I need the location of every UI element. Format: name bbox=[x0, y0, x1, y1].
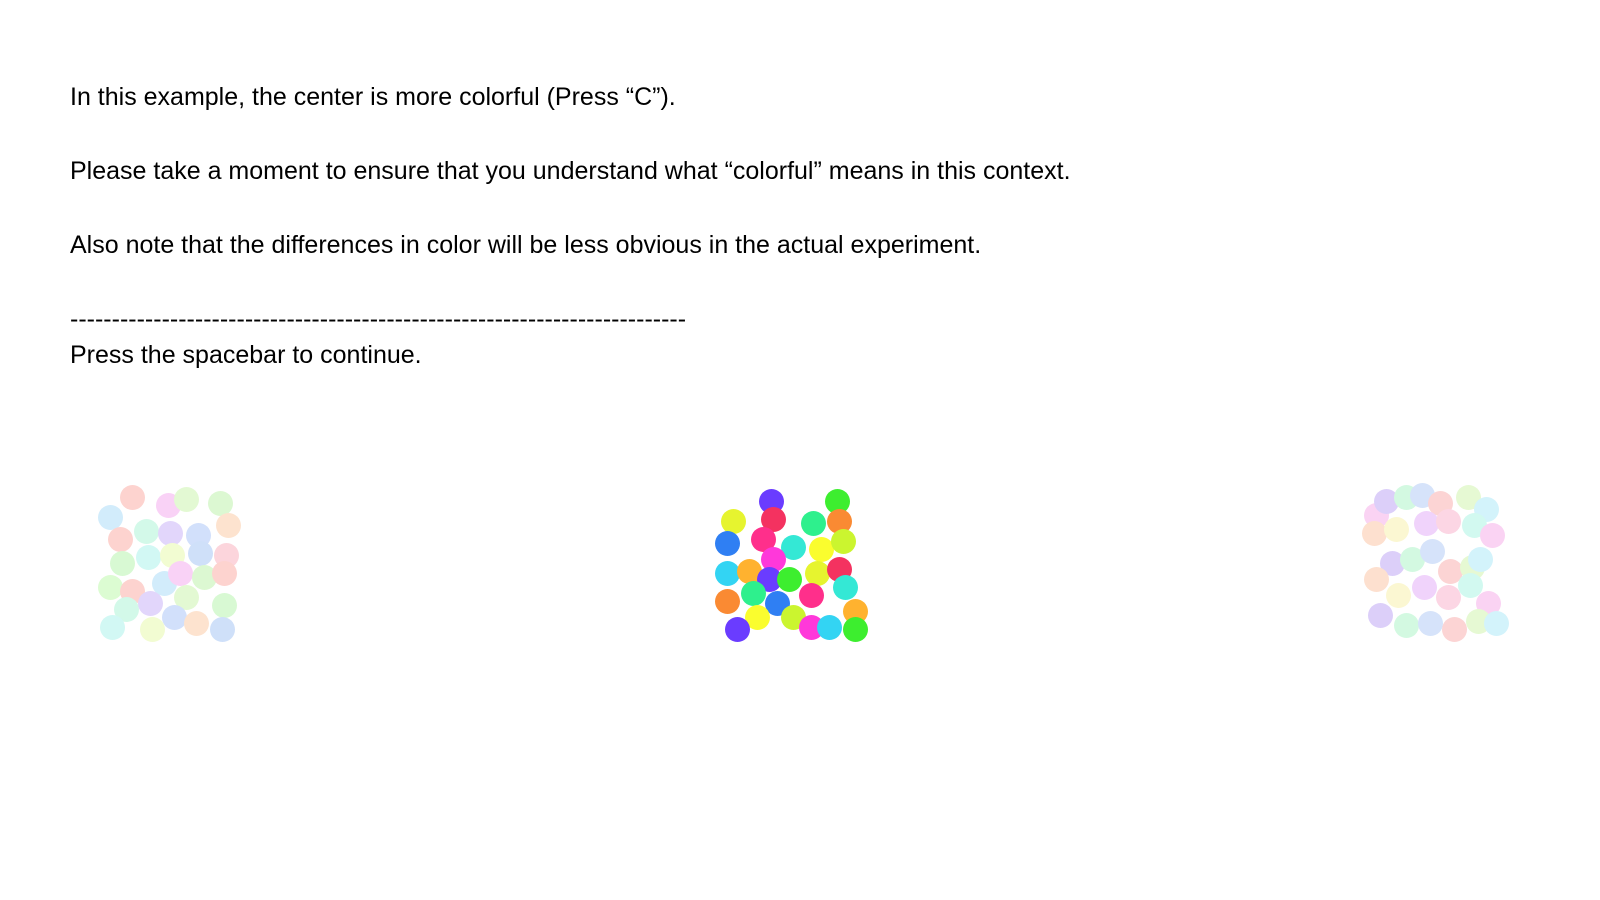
right-dot bbox=[1362, 521, 1387, 546]
center-dot bbox=[801, 511, 826, 536]
center-dot bbox=[725, 617, 750, 642]
left-dot bbox=[100, 615, 125, 640]
left-dot bbox=[212, 593, 237, 618]
left-dot bbox=[120, 485, 145, 510]
center-dot-cluster-graphic bbox=[715, 489, 868, 642]
instruction-text-block: In this example, the center is more colo… bbox=[70, 82, 1370, 370]
left-dot bbox=[210, 617, 235, 642]
divider-line: ----------------------------------------… bbox=[70, 305, 687, 333]
right-dot bbox=[1368, 603, 1393, 628]
left-dot bbox=[174, 487, 199, 512]
center-dot bbox=[831, 529, 856, 554]
left-dot bbox=[184, 611, 209, 636]
center-dot bbox=[843, 617, 868, 642]
right-dot bbox=[1412, 575, 1437, 600]
center-dot bbox=[817, 615, 842, 640]
left-dot bbox=[136, 545, 161, 570]
right-dot bbox=[1384, 517, 1409, 542]
right-dot-cluster-graphic bbox=[1362, 483, 1509, 642]
left-dot-cluster bbox=[80, 475, 250, 645]
left-dot bbox=[188, 541, 213, 566]
continue-prompt: Press the spacebar to continue. bbox=[70, 341, 422, 369]
right-dot bbox=[1442, 617, 1467, 642]
instruction-colorful-meaning-line: Please take a moment to ensure that you … bbox=[70, 157, 1071, 185]
left-dot bbox=[138, 591, 163, 616]
center-dot bbox=[799, 583, 824, 608]
right-dot-cluster bbox=[1358, 475, 1528, 645]
center-dot bbox=[833, 575, 858, 600]
instruction-note-line: Also note that the differences in color … bbox=[70, 231, 982, 259]
right-dot bbox=[1414, 511, 1439, 536]
left-dot bbox=[208, 491, 233, 516]
left-dot bbox=[162, 605, 187, 630]
right-dot bbox=[1364, 567, 1389, 592]
center-dot bbox=[809, 537, 834, 562]
left-dot bbox=[134, 519, 159, 544]
right-dot bbox=[1468, 547, 1493, 572]
center-dot bbox=[721, 509, 746, 534]
left-dot bbox=[140, 617, 165, 642]
right-dot bbox=[1418, 611, 1443, 636]
left-dot-cluster-graphic bbox=[98, 485, 241, 642]
right-dot bbox=[1436, 585, 1461, 610]
left-dot bbox=[158, 521, 183, 546]
center-dot bbox=[715, 561, 740, 586]
left-dot bbox=[110, 551, 135, 576]
right-dot bbox=[1436, 509, 1461, 534]
left-dot bbox=[98, 505, 123, 530]
left-dot bbox=[108, 527, 133, 552]
center-dot-cluster bbox=[715, 475, 885, 645]
left-dot bbox=[216, 513, 241, 538]
center-dot bbox=[715, 589, 740, 614]
right-dot bbox=[1420, 539, 1445, 564]
right-dot bbox=[1458, 573, 1483, 598]
left-dot bbox=[168, 561, 193, 586]
right-dot bbox=[1484, 611, 1509, 636]
right-dot bbox=[1394, 613, 1419, 638]
center-dot bbox=[741, 581, 766, 606]
center-dot bbox=[805, 561, 830, 586]
left-dot bbox=[212, 561, 237, 586]
center-dot bbox=[777, 567, 802, 592]
instruction-example-line: In this example, the center is more colo… bbox=[70, 83, 676, 111]
right-dot bbox=[1386, 583, 1411, 608]
left-dot bbox=[98, 575, 123, 600]
right-dot bbox=[1480, 523, 1505, 548]
center-dot bbox=[715, 531, 740, 556]
